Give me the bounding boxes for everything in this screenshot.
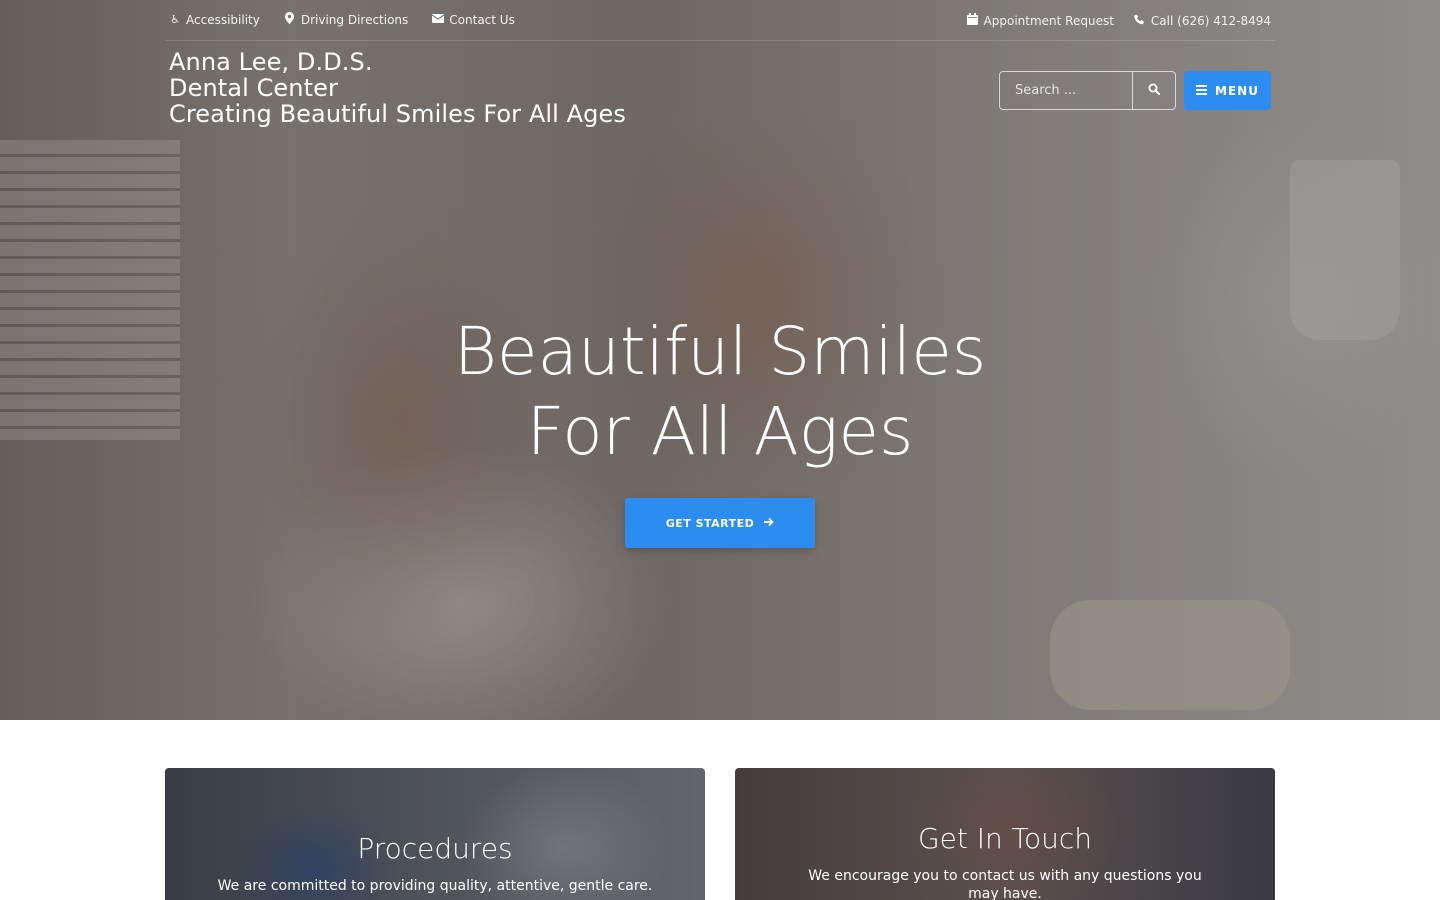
search-button[interactable] xyxy=(1133,72,1175,109)
wheelchair-icon: ♿ xyxy=(170,13,180,26)
brand-subtitle: Dental Center xyxy=(169,74,338,102)
hero-background-blinds xyxy=(0,140,180,440)
hero-title-line-2: For All Ages xyxy=(526,393,914,470)
top-bar: ♿ Accessibility Driving Directions Conta… xyxy=(165,0,1275,41)
contact-us-link-label: Contact Us xyxy=(449,12,515,27)
get-in-touch-card-text: We encourage you to contact us with any … xyxy=(808,868,1202,900)
hero-background-lamp xyxy=(1290,160,1400,340)
hero-title: Beautiful Smiles For All Ages xyxy=(320,312,1120,472)
procedures-card-text: We are committed to providing quality, a… xyxy=(217,878,653,894)
search-icon xyxy=(1148,83,1160,98)
top-bar-left-links: ♿ Accessibility Driving Directions Conta… xyxy=(169,12,515,27)
appointment-request-link[interactable]: Appointment Request xyxy=(967,13,1114,28)
menu-button[interactable]: MENU xyxy=(1184,71,1271,110)
call-phone-link-label: Call (626) 412-8494 xyxy=(1150,13,1271,28)
appointment-request-link-label: Appointment Request xyxy=(983,13,1114,28)
procedures-card-title: Procedures xyxy=(357,832,513,865)
driving-directions-link[interactable]: Driving Directions xyxy=(284,12,408,27)
brand-tagline: Creating Beautiful Smiles For All Ages xyxy=(169,100,626,128)
get-started-label: GET STARTED xyxy=(665,516,755,530)
menu-button-label: MENU xyxy=(1215,83,1259,98)
hero-title-line-1: Beautiful Smiles xyxy=(453,313,987,390)
get-in-touch-card[interactable]: Get In Touch We encourage you to contact… xyxy=(735,768,1275,900)
site-brand[interactable]: Anna Lee, D.D.S. Dental Center Creating … xyxy=(169,49,626,127)
hero-background-pillow xyxy=(1050,600,1290,710)
envelope-icon xyxy=(432,13,445,26)
call-phone-link[interactable]: Call (626) 412-8494 xyxy=(1134,13,1271,28)
hamburger-icon xyxy=(1196,84,1208,98)
accessibility-link-label: Accessibility xyxy=(186,12,260,27)
search-input[interactable] xyxy=(1000,72,1133,109)
calendar-icon xyxy=(967,13,979,28)
brand-name: Anna Lee, D.D.S. xyxy=(169,48,373,76)
top-bar-right-links: Appointment Request Call (626) 412-8494 xyxy=(967,13,1271,28)
get-in-touch-card-title: Get In Touch xyxy=(917,822,1093,855)
search-form xyxy=(999,71,1176,110)
arrow-right-icon xyxy=(764,517,775,530)
procedures-card[interactable]: Procedures We are committed to providing… xyxy=(165,768,705,900)
accessibility-link[interactable]: ♿ Accessibility xyxy=(169,12,260,27)
get-started-button[interactable]: GET STARTED xyxy=(625,498,815,548)
contact-us-link[interactable]: Contact Us xyxy=(432,12,515,27)
map-marker-icon xyxy=(284,12,296,27)
driving-directions-link-label: Driving Directions xyxy=(300,12,409,27)
phone-icon xyxy=(1134,14,1146,28)
